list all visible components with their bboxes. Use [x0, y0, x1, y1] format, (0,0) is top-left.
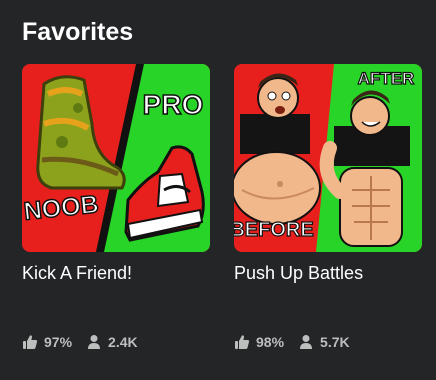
game-thumbnail[interactable]: PRO NOOB: [22, 64, 210, 252]
game-card-push-up-battles[interactable]: AFTER BEFORE Push Up Battles 98% 5.7K: [234, 64, 422, 364]
thumbnail-label-top: AFTER: [358, 69, 415, 88]
favorites-section: Favorites PRO NOOB Kick A Friend! 97% 2.…: [0, 0, 436, 380]
game-card-kick-a-friend[interactable]: PRO NOOB Kick A Friend! 97% 2.4K: [22, 64, 210, 364]
game-stats: 97% 2.4K: [22, 334, 152, 350]
person-icon: [300, 335, 313, 349]
rating-stat: 97%: [22, 334, 72, 350]
thumbs-up-icon: [23, 335, 38, 349]
rating-value: 98%: [256, 334, 285, 350]
thumbs-up-icon: [235, 335, 250, 349]
game-thumbnail[interactable]: AFTER BEFORE: [234, 64, 422, 252]
thumbnail-art: PRO NOOB: [22, 64, 210, 252]
section-title: Favorites: [22, 18, 134, 46]
rating-stat: 98%: [234, 334, 284, 350]
thumbnail-art: AFTER BEFORE: [234, 64, 422, 252]
person-icon: [88, 335, 101, 349]
thumbnail-label-top: PRO: [143, 89, 204, 120]
game-title[interactable]: Push Up Battles: [234, 263, 422, 284]
rating-value: 97%: [44, 334, 73, 350]
players-value: 5.7K: [320, 334, 350, 350]
thumbnail-label-bottom: BEFORE: [234, 219, 314, 241]
players-stat: 5.7K: [298, 334, 350, 350]
players-stat: 2.4K: [86, 334, 138, 350]
game-stats: 98% 5.7K: [234, 334, 364, 350]
players-value: 2.4K: [108, 334, 138, 350]
game-title[interactable]: Kick A Friend!: [22, 263, 210, 284]
